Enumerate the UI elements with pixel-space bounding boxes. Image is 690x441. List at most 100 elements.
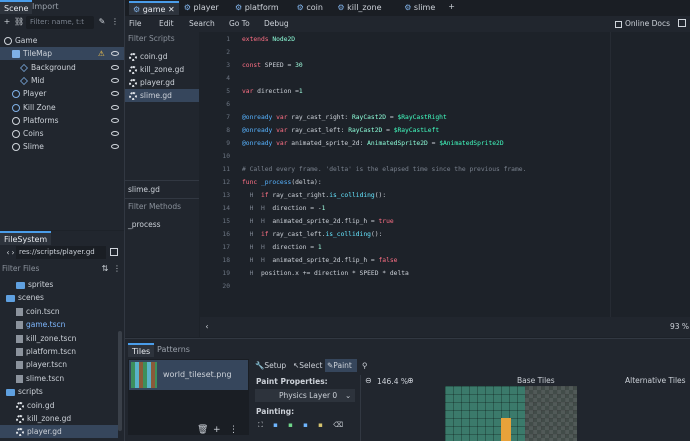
file-item[interactable]: sprites	[0, 278, 118, 291]
add-tileset-icon[interactable]: +	[213, 425, 221, 435]
sort-icon[interactable]: ⇅	[100, 264, 110, 274]
physics-layer-select[interactable]: Physics Layer 0 ⌄	[255, 389, 355, 402]
zoom-out-icon[interactable]: ⊖	[365, 376, 372, 385]
corners-icon[interactable]: ▪	[318, 421, 323, 429]
visibility-eye-icon[interactable]	[111, 117, 119, 123]
layout-icon[interactable]	[110, 248, 118, 256]
editor-tab[interactable]: ⚙ platform	[231, 1, 283, 15]
code-line[interactable]: H H direction = 1	[242, 244, 322, 251]
terrain-icon[interactable]: ▪	[288, 421, 293, 429]
menu-item[interactable]: Debug	[264, 19, 289, 28]
code-line[interactable]: @onready var ray_cast_right: RayCast2D =…	[242, 114, 447, 121]
tileset-atlas[interactable]	[445, 386, 577, 441]
scene-tree-item[interactable]: Player	[0, 87, 124, 100]
close-icon[interactable]: ✕	[165, 5, 175, 14]
method-filter-input[interactable]: Filter Methods	[128, 202, 181, 211]
tool-select[interactable]: ↖Select	[293, 361, 322, 370]
code-line[interactable]: H H direction = -1	[242, 205, 326, 212]
zoom-in-icon[interactable]: ⊕	[407, 376, 414, 385]
scene-tree-item[interactable]: Mid	[0, 74, 124, 87]
code-line[interactable]: func _process(delta):	[242, 179, 322, 186]
code-line[interactable]: H if ray_cast_right.is_colliding():	[242, 192, 387, 199]
file-item[interactable]: platform.tscn	[0, 345, 118, 358]
script-icon[interactable]: ✎	[97, 17, 107, 27]
code-line[interactable]: const SPEED = 30	[242, 62, 303, 69]
visibility-eye-icon[interactable]	[111, 64, 119, 70]
menu-item[interactable]: Search	[189, 19, 215, 28]
menu-item[interactable]: Go To	[229, 19, 250, 28]
fullrect-icon[interactable]: ⛶	[258, 421, 263, 429]
code-line[interactable]: @onready var ray_cast_left: RayCast2D = …	[242, 127, 439, 134]
tab-patterns[interactable]: Patterns	[153, 343, 194, 357]
visibility-eye-icon[interactable]	[111, 144, 119, 150]
online-docs-button[interactable]: Online Docs	[615, 18, 670, 30]
filesystem-path[interactable]: res://scripts/player.gd	[16, 246, 106, 259]
visibility-eye-icon[interactable]	[111, 51, 119, 57]
visibility-eye-icon[interactable]	[111, 131, 119, 137]
script-list-item[interactable]: player.gd	[125, 76, 199, 89]
file-item[interactable]: game.tscn	[0, 318, 118, 331]
toggle-scripts-icon[interactable]: ‹	[202, 322, 212, 332]
file-item[interactable]: coin.tscn	[0, 305, 118, 318]
file-item[interactable]: kill_zone.gd	[0, 412, 118, 425]
file-item[interactable]: slime.tscn	[0, 372, 118, 385]
scene-filter-input[interactable]: Filter: name, t:t	[26, 16, 94, 29]
filesystem-scrollbar[interactable]	[118, 331, 122, 431]
code-line[interactable]: H H animated_sprite_2d.flip_h = true	[242, 218, 394, 225]
code-line[interactable]: extends Node2D	[242, 36, 295, 43]
code-line[interactable]: @onready var animated_sprite_2d: Animate…	[242, 140, 504, 147]
tileset-item[interactable]: world_tileset.png	[129, 360, 248, 390]
menu-item[interactable]: File	[129, 19, 142, 28]
warning-icon[interactable]: ⚠	[98, 47, 105, 60]
file-item[interactable]: coin.gd	[0, 399, 118, 412]
visibility-eye-icon[interactable]	[111, 77, 119, 83]
peering-bits-icon[interactable]: ▪	[273, 421, 278, 429]
add-node-icon[interactable]: +	[2, 17, 12, 27]
script-filter-input[interactable]: Filter Scripts	[128, 34, 175, 43]
method-item[interactable]: _process	[128, 220, 161, 229]
editor-tab[interactable]: ⚙ kill_zone	[333, 1, 385, 15]
editor-tab[interactable]: ⚙ game ✕	[129, 1, 179, 15]
tool-setup[interactable]: 🔧Setup	[255, 361, 286, 370]
filesystem-filter-input[interactable]: Filter Files	[0, 262, 100, 276]
file-options-icon[interactable]: ⋮	[112, 264, 122, 274]
scene-tree-item[interactable]: Coins	[0, 127, 124, 140]
file-item[interactable]: player.gd	[0, 425, 118, 439]
more-icon[interactable]: ⋮	[110, 17, 120, 27]
editor-tab[interactable]: ⚙ player	[180, 1, 223, 15]
scene-tree-item[interactable]: Kill Zone	[0, 101, 124, 114]
sides-icon[interactable]: ▪	[303, 421, 308, 429]
code-line[interactable]: # Called every frame. 'delta' is the ela…	[242, 166, 526, 173]
script-list-item[interactable]: slime.gd	[125, 89, 199, 102]
code-line[interactable]: H position.x += direction * SPEED * delt…	[242, 270, 409, 277]
pin-icon[interactable]: ⚲	[362, 361, 368, 370]
visibility-eye-icon[interactable]	[111, 91, 119, 97]
tileset-menu-icon[interactable]: ⋮	[229, 425, 238, 435]
code-line[interactable]: var direction =1	[242, 88, 303, 95]
tool-paint[interactable]: ✎Paint	[325, 359, 357, 372]
script-list-item[interactable]: coin.gd	[125, 50, 199, 63]
link-icon[interactable]: ⛓	[14, 17, 24, 27]
delete-icon[interactable]: 🗑	[197, 425, 208, 435]
new-tab-icon[interactable]: +	[448, 2, 455, 11]
scene-tree-item[interactable]: Slime	[0, 140, 124, 153]
file-item[interactable]: scenes	[0, 291, 118, 304]
code-line[interactable]: H H animated_sprite_2d.flip_h = false	[242, 257, 398, 264]
file-item[interactable]: scripts	[0, 385, 118, 398]
script-list-item[interactable]: kill_zone.gd	[125, 63, 199, 76]
code-zoom[interactable]: 93 %	[670, 322, 689, 331]
file-item[interactable]: player.tscn	[0, 358, 118, 371]
scene-tree-item[interactable]: TileMap ⚠	[0, 47, 124, 61]
editor-tab[interactable]: ⚙ coin	[293, 1, 327, 15]
visibility-eye-icon[interactable]	[111, 104, 119, 110]
scene-tree-item[interactable]: Game	[0, 34, 124, 47]
code-editor[interactable]: 1 extends Node2D 2 3 const SPEED = 30 4 5 var d…	[200, 32, 690, 317]
tab-tiles[interactable]: Tiles	[128, 343, 155, 357]
eraser-icon[interactable]: ⌫	[333, 421, 343, 429]
scene-tree-item[interactable]: Background	[0, 61, 124, 74]
scene-tree-item[interactable]: Platforms	[0, 114, 124, 127]
tab-import[interactable]: Import	[28, 0, 63, 14]
menu-item[interactable]: Edit	[159, 19, 174, 28]
file-item[interactable]: kill_zone.tscn	[0, 332, 118, 345]
editor-tab[interactable]: ⚙ slime	[400, 1, 439, 15]
